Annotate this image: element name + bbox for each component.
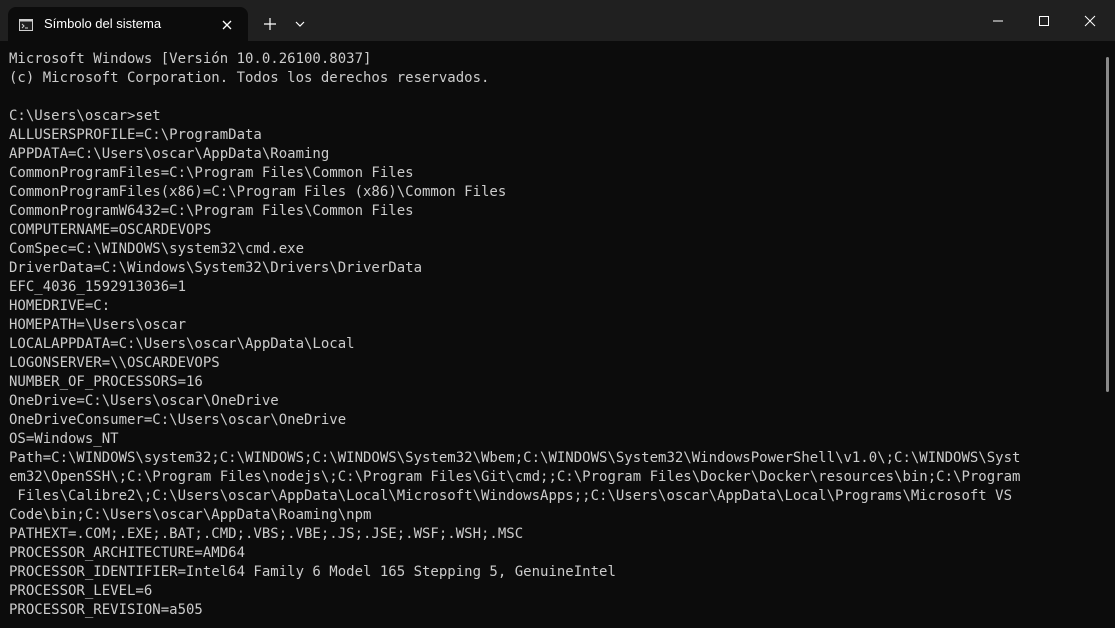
console-lines: Microsoft Windows [Versión 10.0.26100.80… bbox=[9, 50, 1020, 620]
console-output[interactable]: Microsoft Windows [Versión 10.0.26100.80… bbox=[0, 41, 1105, 628]
console-line: PROCESSOR_IDENTIFIER=Intel64 Family 6 Mo… bbox=[9, 564, 616, 580]
console-line: NUMBER_OF_PROCESSORS=16 bbox=[9, 374, 203, 390]
console-line: CommonProgramW6432=C:\Program Files\Comm… bbox=[9, 203, 414, 219]
console-line: Code\bin;C:\Users\oscar\AppData\Roaming\… bbox=[9, 507, 372, 523]
close-icon bbox=[1084, 15, 1096, 27]
console-line: OneDrive=C:\Users\oscar\OneDrive bbox=[9, 393, 279, 409]
console-line: PATHEXT=.COM;.EXE;.BAT;.CMD;.VBS;.VBE;.J… bbox=[9, 526, 524, 542]
tab-title: Símbolo del sistema bbox=[44, 16, 162, 31]
maximize-icon bbox=[1039, 16, 1049, 26]
console-line: LOGONSERVER=\\OSCARDEVOPS bbox=[9, 355, 220, 371]
terminal-icon bbox=[19, 18, 33, 31]
console-line: ALLUSERSPROFILE=C:\ProgramData bbox=[9, 127, 262, 143]
close-icon[interactable] bbox=[218, 16, 236, 34]
console-line: APPDATA=C:\Users\oscar\AppData\Roaming bbox=[9, 146, 330, 162]
console-line: Files\Calibre2\;C:\Users\oscar\AppData\L… bbox=[9, 488, 1013, 504]
console-line: HOMEPATH=\Users\oscar bbox=[9, 317, 187, 333]
console-line: COMPUTERNAME=OSCARDEVOPS bbox=[9, 222, 212, 238]
console-line: CommonProgramFiles=C:\Program Files\Comm… bbox=[9, 165, 414, 181]
scrollbar-thumb[interactable] bbox=[1106, 57, 1109, 392]
console-line: C:\Users\oscar>set bbox=[9, 108, 161, 124]
chevron-down-icon[interactable] bbox=[290, 12, 310, 36]
console-line: OneDriveConsumer=C:\Users\oscar\OneDrive bbox=[9, 412, 347, 428]
console-line: HOMEDRIVE=C: bbox=[9, 298, 111, 314]
close-window-button[interactable] bbox=[1067, 0, 1113, 41]
console-line: Microsoft Windows [Versión 10.0.26100.80… bbox=[9, 51, 372, 67]
console-line: LOCALAPPDATA=C:\Users\oscar\AppData\Loca… bbox=[9, 336, 355, 352]
console-line: Path=C:\WINDOWS\system32;C:\WINDOWS;C:\W… bbox=[9, 450, 1021, 466]
tab-simbolo-del-sistema[interactable]: Símbolo del sistema bbox=[8, 7, 248, 41]
console-line: em32\OpenSSH\;C:\Program Files\nodejs\;C… bbox=[9, 469, 1021, 485]
plus-icon[interactable] bbox=[258, 12, 282, 36]
minimize-icon bbox=[993, 20, 1003, 22]
console-line: CommonProgramFiles(x86)=C:\Program Files… bbox=[9, 184, 507, 200]
console-line: EFC_4036_1592913036=1 bbox=[9, 279, 187, 295]
console-line: DriverData=C:\Windows\System32\Drivers\D… bbox=[9, 260, 423, 276]
terminal-window: Símbolo del sistema Microsoft Windows [V… bbox=[0, 0, 1115, 628]
console-line: PROCESSOR_REVISION=a505 bbox=[9, 602, 203, 618]
console-line: OS=Windows_NT bbox=[9, 431, 119, 447]
minimize-button[interactable] bbox=[975, 0, 1021, 41]
console-line: PROCESSOR_LEVEL=6 bbox=[9, 583, 153, 599]
maximize-button[interactable] bbox=[1021, 0, 1067, 41]
title-bar[interactable]: Símbolo del sistema bbox=[0, 0, 1115, 41]
console-line: (c) Microsoft Corporation. Todos los der… bbox=[9, 70, 490, 86]
console-line: PROCESSOR_ARCHITECTURE=AMD64 bbox=[9, 545, 246, 561]
console-line: ComSpec=C:\WINDOWS\system32\cmd.exe bbox=[9, 241, 305, 257]
